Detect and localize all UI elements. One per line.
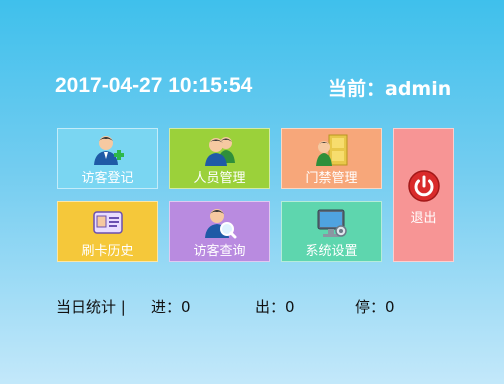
current-user-label: 当前：admin (328, 78, 452, 100)
staff-management-label: 人员管理 (193, 171, 246, 186)
person-add-icon (91, 133, 125, 167)
staff-management-button[interactable]: 人员管理 (169, 128, 270, 189)
system-settings-label: 系统设置 (305, 244, 358, 259)
daily-stats-label: 当日统计 | (56, 298, 126, 316)
stats-in: 进：0 (151, 298, 191, 316)
id-card-icon (91, 206, 125, 240)
visitor-register-button[interactable]: 访客登记 (57, 128, 158, 189)
access-control-label: 门禁管理 (305, 171, 358, 186)
power-icon (407, 169, 441, 203)
settings-computer-icon (315, 206, 349, 240)
stats-out: 出：0 (255, 298, 295, 316)
access-control-button[interactable]: 门禁管理 (281, 128, 382, 189)
door-icon (315, 133, 349, 167)
stats-stop: 停：0 (355, 298, 395, 316)
exit-button[interactable]: 退出 (393, 128, 454, 262)
visitor-register-label: 访客登记 (81, 171, 134, 186)
datetime-display: 2017-04-27 10:15:54 (55, 74, 253, 97)
visitor-query-button[interactable]: 访客查询 (169, 201, 270, 262)
system-settings-button[interactable]: 系统设置 (281, 201, 382, 262)
card-history-label: 刷卡历史 (81, 244, 134, 259)
visitor-query-label: 访客查询 (193, 244, 246, 259)
exit-label: 退出 (410, 211, 437, 226)
people-icon (203, 133, 237, 167)
person-search-icon (203, 206, 237, 240)
card-history-button[interactable]: 刷卡历史 (57, 201, 158, 262)
